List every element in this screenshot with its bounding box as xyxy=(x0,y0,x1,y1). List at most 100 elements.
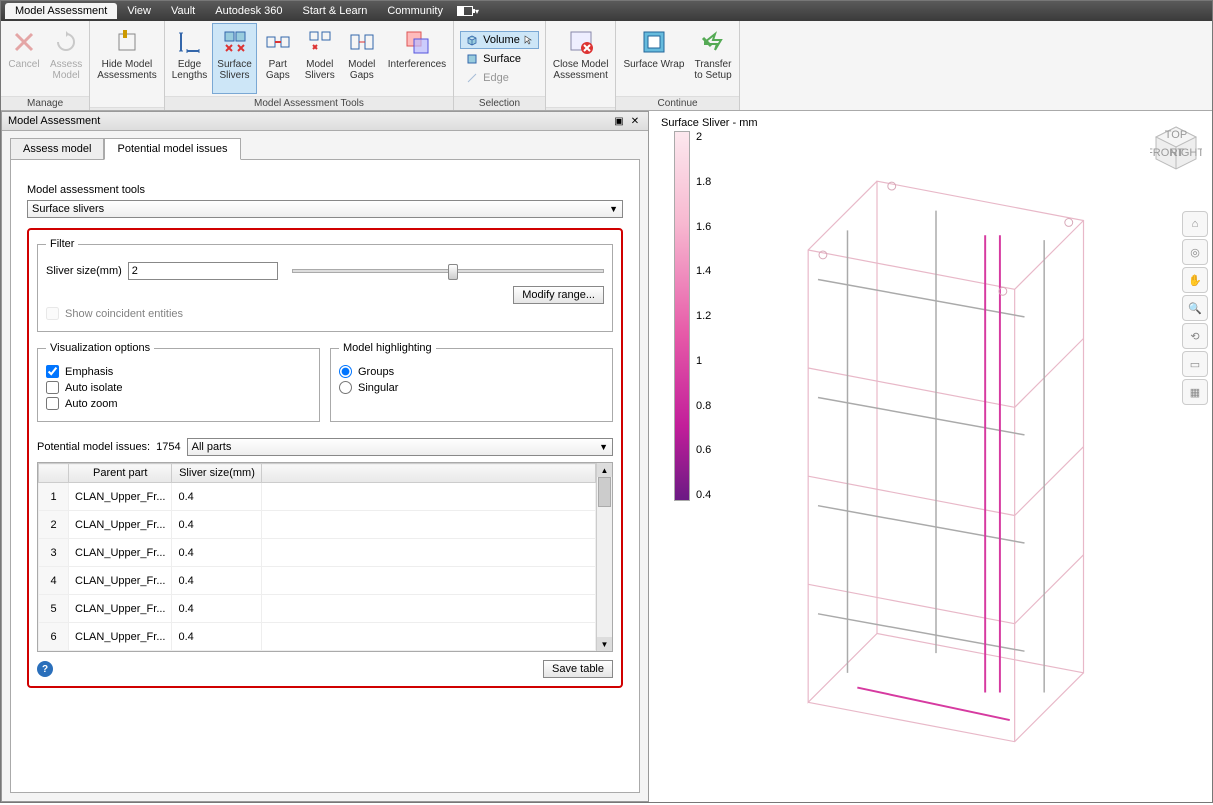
colorbar-tick: 1.2 xyxy=(696,310,711,322)
emphasis-checkbox[interactable] xyxy=(46,365,59,378)
edge-lengths-icon xyxy=(174,26,206,58)
panel-pin-icon[interactable]: ▣ xyxy=(612,114,626,128)
auto-zoom-checkbox[interactable] xyxy=(46,397,59,410)
table-row[interactable]: 3CLAN_Upper_Fr...0.4 xyxy=(39,539,596,567)
colorbar-tick: 0.6 xyxy=(696,444,711,456)
ribbon: Cancel Assess Model Manage Hide Model As… xyxy=(1,21,1212,111)
selection-volume[interactable]: Volume xyxy=(460,31,539,49)
volume-icon xyxy=(465,33,479,47)
cancel-icon xyxy=(8,26,40,58)
tab-assess-model[interactable]: Assess model xyxy=(10,138,104,160)
modify-range-button[interactable]: Modify range... xyxy=(513,286,604,304)
coincident-checkbox xyxy=(46,307,59,320)
transfer-icon xyxy=(697,26,729,58)
col-parent-part[interactable]: Parent part xyxy=(69,464,172,483)
model-slivers-button[interactable]: Model Slivers xyxy=(299,23,341,94)
issues-scope-dropdown[interactable]: All parts ▼ xyxy=(187,438,613,456)
table-row[interactable]: 2CLAN_Upper_Fr...0.4 xyxy=(39,511,596,539)
singular-radio[interactable] xyxy=(339,381,352,394)
edge-select-icon xyxy=(465,71,479,85)
target-view-button[interactable]: ◎ xyxy=(1182,239,1208,265)
table-row[interactable]: 1CLAN_Upper_Fr...0.4 xyxy=(39,483,596,511)
scroll-down-icon[interactable]: ▼ xyxy=(597,637,612,651)
colorbar-tick: 1 xyxy=(696,355,711,367)
dropdown-arrow-icon: ▼ xyxy=(599,442,608,452)
save-table-button[interactable]: Save table xyxy=(543,660,613,678)
model-slivers-icon xyxy=(304,26,336,58)
viz-options-fieldset: Visualization options Emphasis Auto isol… xyxy=(37,342,320,422)
surface-wrap-button[interactable]: Surface Wrap xyxy=(618,23,689,94)
edge-lengths-button[interactable]: Edge Lengths xyxy=(167,23,213,94)
menu-start-learn[interactable]: Start & Learn xyxy=(293,3,378,19)
colorbar-tick: 1.8 xyxy=(696,176,711,188)
interferences-icon xyxy=(401,26,433,58)
scroll-thumb[interactable] xyxy=(598,477,611,507)
filter-fieldset: Filter Sliver size(mm) Modify range... S… xyxy=(37,238,613,332)
menu-vault[interactable]: Vault xyxy=(161,3,205,19)
sliver-size-slider[interactable] xyxy=(292,269,604,273)
part-gaps-icon xyxy=(262,26,294,58)
cancel-button: Cancel xyxy=(3,23,45,94)
close-model-assessment-button[interactable]: Close Model Assessment xyxy=(548,23,614,105)
surface-slivers-icon xyxy=(219,26,251,58)
pan-button[interactable]: ✋ xyxy=(1182,267,1208,293)
scroll-up-icon[interactable]: ▲ xyxy=(597,463,612,477)
menu-view[interactable]: View xyxy=(117,3,161,19)
sliver-size-input[interactable] xyxy=(128,262,278,280)
panel-title: Model Assessment xyxy=(8,115,100,127)
issues-count: 1754 xyxy=(156,441,180,453)
transfer-to-setup-button[interactable]: Transfer to Setup xyxy=(689,23,736,94)
col-sliver-size[interactable]: Sliver size(mm) xyxy=(172,464,262,483)
colorbar: 21.81.61.41.210.80.60.4 xyxy=(674,131,711,501)
svg-text:RIGHT: RIGHT xyxy=(1170,147,1202,159)
model-assessment-panel: Model Assessment ▣ ✕ Assess model Potent… xyxy=(1,111,649,802)
menu-model-assessment[interactable]: Model Assessment xyxy=(5,3,117,19)
battery-icon xyxy=(457,6,473,16)
dropdown-arrow-icon: ▼ xyxy=(609,204,618,214)
colorbar-title: Surface Sliver - mm xyxy=(661,117,758,129)
table-row[interactable]: 5CLAN_Upper_Fr...0.4 xyxy=(39,595,596,623)
selection-surface[interactable]: Surface xyxy=(460,50,539,68)
view-tools: ⌂ ◎ ✋ 🔍 ⟲ ▭ ▦ xyxy=(1182,211,1208,405)
cursor-icon xyxy=(524,35,534,45)
colorbar-tick: 1.6 xyxy=(696,221,711,233)
assess-model-button: Assess Model xyxy=(45,23,87,94)
zoom-button[interactable]: 🔍 xyxy=(1182,295,1208,321)
surface-slivers-button[interactable]: Surface Slivers xyxy=(212,23,256,94)
menu-autodesk360[interactable]: Autodesk 360 xyxy=(205,3,292,19)
battery-dropdown-icon[interactable]: ▾ xyxy=(475,7,479,16)
sliver-size-label: Sliver size(mm) xyxy=(46,265,122,277)
display-mode-button[interactable]: ▦ xyxy=(1182,379,1208,405)
table-row[interactable]: 4CLAN_Upper_Fr...0.4 xyxy=(39,567,596,595)
selection-edge: Edge xyxy=(460,69,539,87)
model-gaps-icon xyxy=(346,26,378,58)
colorbar-tick: 0.4 xyxy=(696,489,711,501)
home-view-button[interactable]: ⌂ xyxy=(1182,211,1208,237)
close-assessment-icon xyxy=(565,26,597,58)
tools-label: Model assessment tools xyxy=(27,184,623,196)
filter-highlight-box: Filter Sliver size(mm) Modify range... S… xyxy=(27,228,623,688)
tools-dropdown[interactable]: Surface slivers ▼ xyxy=(27,200,623,218)
table-scrollbar[interactable]: ▲ ▼ xyxy=(596,463,612,651)
help-icon[interactable]: ? xyxy=(37,661,53,677)
look-at-button[interactable]: ▭ xyxy=(1182,351,1208,377)
surface-icon xyxy=(465,52,479,66)
menubar: Model Assessment View Vault Autodesk 360… xyxy=(1,1,1212,21)
model-canvas[interactable] xyxy=(759,111,1172,802)
colorbar-tick: 0.8 xyxy=(696,400,711,412)
issues-table: Parent part Sliver size(mm) 1CLAN_Upper_… xyxy=(37,462,613,652)
interferences-button[interactable]: Interferences xyxy=(383,23,451,94)
hide-icon xyxy=(111,26,143,58)
auto-isolate-checkbox[interactable] xyxy=(46,381,59,394)
panel-close-icon[interactable]: ✕ xyxy=(628,114,642,128)
menu-community[interactable]: Community xyxy=(377,3,453,19)
table-row[interactable]: 6CLAN_Upper_Fr...0.4 xyxy=(39,623,596,651)
hide-model-assessments-button[interactable]: Hide Model Assessments xyxy=(92,23,161,105)
viewport-3d[interactable]: Surface Sliver - mm 21.81.61.41.210.80.6… xyxy=(649,111,1212,802)
groups-radio[interactable] xyxy=(339,365,352,378)
colorbar-tick: 2 xyxy=(696,131,711,143)
tab-potential-issues[interactable]: Potential model issues xyxy=(104,138,240,160)
orbit-button[interactable]: ⟲ xyxy=(1182,323,1208,349)
model-gaps-button[interactable]: Model Gaps xyxy=(341,23,383,94)
part-gaps-button[interactable]: Part Gaps xyxy=(257,23,299,94)
